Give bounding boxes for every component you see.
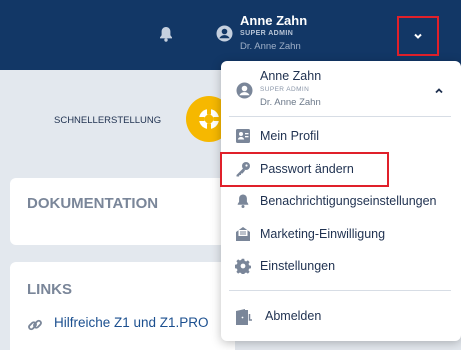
notifications-bell-icon[interactable] xyxy=(157,25,175,43)
menu-item-settings[interactable]: Einstellungen xyxy=(221,254,461,280)
menu-user-role: SUPER ADMIN xyxy=(260,86,310,93)
menu-item-label: Abmelden xyxy=(265,309,322,323)
header-user-name[interactable]: Anne Zahn xyxy=(240,13,307,28)
menu-item-label: Benachrichtigungseinstellungen xyxy=(260,194,437,208)
menu-item-label: Marketing-Einwilligung xyxy=(260,227,386,241)
documentation-title: DOKUMENTATION xyxy=(27,195,159,212)
menu-user-name: Anne Zahn xyxy=(260,69,322,83)
links-title: LINKS xyxy=(27,281,72,298)
menu-item-label: Mein Profil xyxy=(260,129,320,143)
links-card: LINKS Hilfreiche Z1 und Z1.PRO xyxy=(10,262,235,350)
top-header-bar: Anne Zahn SUPER ADMIN Dr. Anne Zahn xyxy=(0,0,461,70)
header-user-org: Dr. Anne Zahn xyxy=(240,41,301,52)
change-password-highlight xyxy=(220,152,389,187)
helpful-link-text[interactable]: Hilfreiche Z1 und Z1.PRO xyxy=(54,315,209,330)
quick-setup-label: SCHNELLERSTELLUNG xyxy=(54,115,162,126)
link-icon xyxy=(28,319,42,331)
menu-item-my-profile[interactable]: Mein Profil xyxy=(221,124,461,150)
menu-user-org: Dr. Anne Zahn xyxy=(260,97,321,108)
menu-divider xyxy=(229,116,451,117)
documentation-card: DOKUMENTATION xyxy=(10,178,235,245)
chevron-down-icon xyxy=(414,33,422,39)
header-user-role: SUPER ADMIN xyxy=(240,30,294,37)
menu-item-label: Einstellungen xyxy=(260,259,336,273)
user-avatar-icon xyxy=(236,82,253,99)
id-card-icon xyxy=(236,129,250,143)
lifebuoy-icon xyxy=(198,108,220,130)
chevron-up-icon[interactable] xyxy=(434,86,444,96)
menu-item-logout[interactable]: Abmelden xyxy=(221,304,461,330)
menu-item-notification-settings[interactable]: Benachrichtigungseinstellungen xyxy=(221,189,461,215)
envelope-icon xyxy=(236,227,250,241)
menu-item-marketing-consent[interactable]: Marketing-Einwilligung xyxy=(221,222,461,248)
user-menu-toggle-button[interactable] xyxy=(397,16,439,56)
menu-divider xyxy=(229,290,451,291)
door-exit-icon xyxy=(236,309,252,325)
user-avatar-icon[interactable] xyxy=(216,25,233,42)
user-dropdown-menu: Anne Zahn SUPER ADMIN Dr. Anne Zahn Mein… xyxy=(221,61,461,341)
bell-icon xyxy=(237,194,249,208)
gear-icon xyxy=(235,258,251,274)
